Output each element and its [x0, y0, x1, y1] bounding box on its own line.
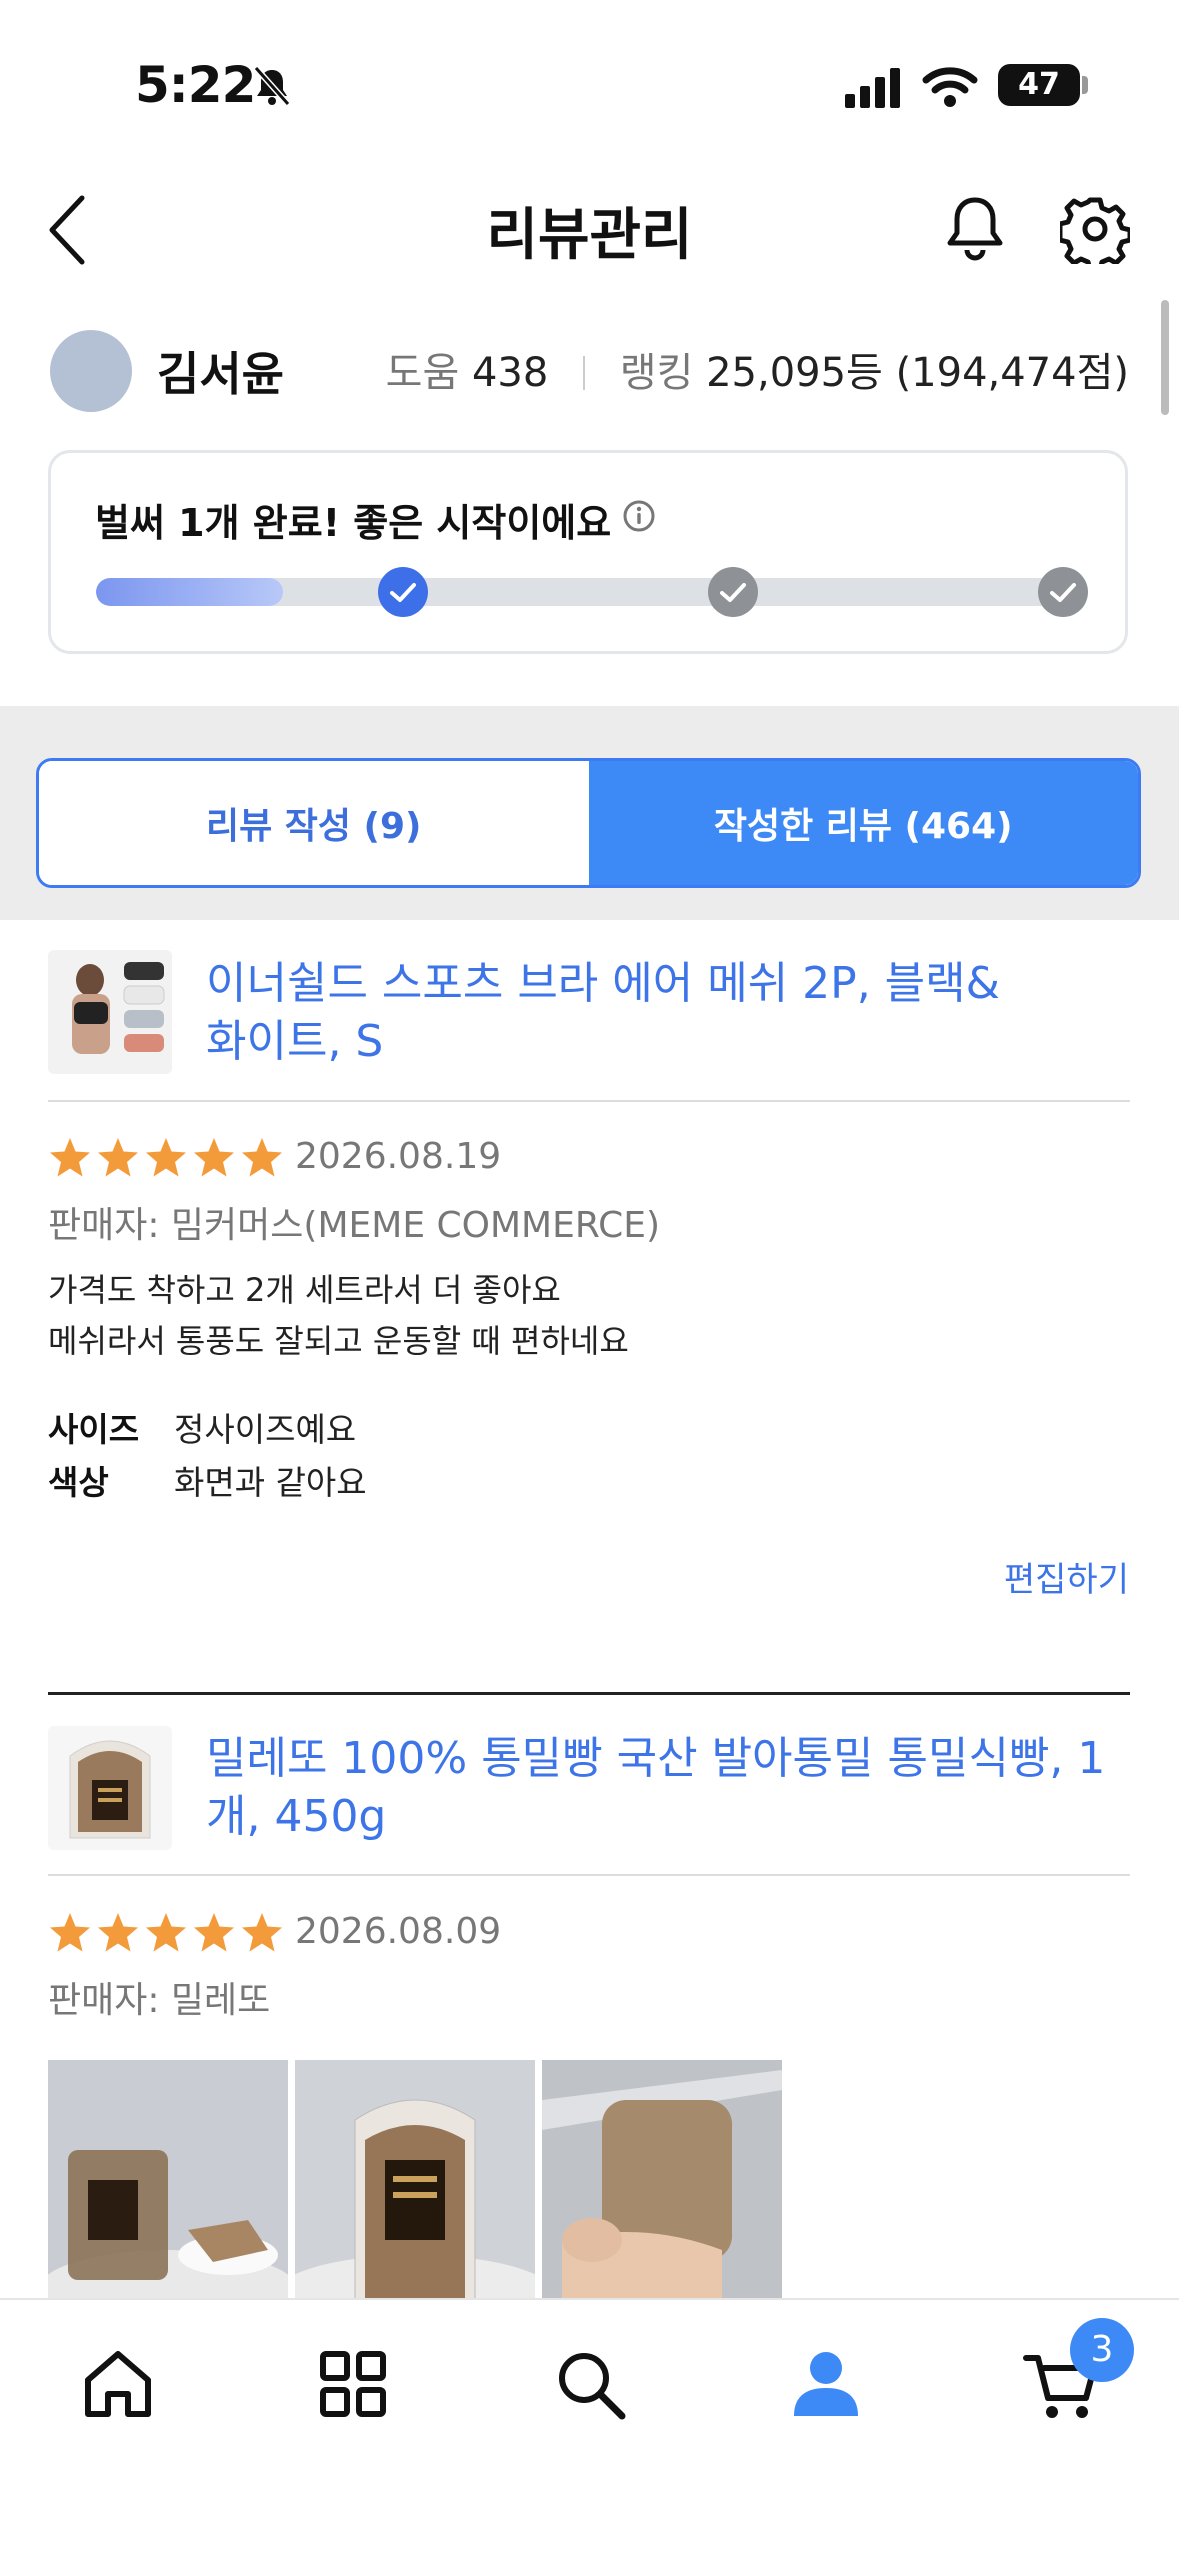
seller-name: 판매자: 밀레또	[48, 1980, 271, 2021]
scrollbar[interactable]	[1161, 300, 1169, 415]
edit-review-button[interactable]: 편집하기	[1004, 1552, 1129, 1601]
review-date: 2026.08.19	[295, 1136, 502, 1177]
attribute-label: 색상	[48, 1463, 109, 1502]
star-icon	[242, 1913, 282, 1952]
cart-badge: 3	[1070, 2318, 1134, 2382]
battery-indicator: 47	[998, 64, 1080, 106]
star-icon	[98, 1913, 138, 1952]
help-label: 도움	[385, 350, 460, 396]
progress-step-marker	[1038, 567, 1088, 617]
review-tabs: 리뷰 작성 (9) 작성한 리뷰 (464)	[36, 758, 1141, 888]
divider	[48, 1874, 1130, 1876]
info-icon[interactable]	[622, 499, 656, 533]
review-body-line: 가격도 착하고 2개 세트라서 더 좋아요	[48, 1271, 561, 1309]
checkmark-icon	[390, 583, 416, 602]
review-date: 2026.08.09	[295, 1911, 502, 1952]
attribute-value: 화면과 같아요	[174, 1463, 367, 1502]
attribute-value: 정사이즈예요	[174, 1410, 357, 1449]
profile-icon[interactable]	[786, 2344, 866, 2424]
home-icon[interactable]	[78, 2344, 158, 2424]
divider	[48, 1100, 1130, 1102]
star-icon	[194, 1913, 234, 1952]
progress-message: 벌써 1개 완료! 좋은 시작이에요	[95, 501, 612, 545]
product-thumbnail[interactable]	[48, 1726, 172, 1850]
help-value: 438	[471, 350, 549, 396]
notification-bell-icon[interactable]	[942, 194, 1008, 264]
review-photo[interactable]	[542, 2060, 782, 2300]
star-icon	[146, 1138, 186, 1177]
review-photo[interactable]	[48, 2060, 288, 2300]
product-thumbnail[interactable]	[48, 950, 172, 1074]
star-rating	[48, 1911, 284, 1955]
star-icon	[194, 1138, 234, 1177]
attribute-label: 사이즈	[48, 1410, 140, 1449]
bottom-tab-bar	[0, 2298, 1179, 2558]
star-rating	[48, 1136, 284, 1180]
star-icon	[98, 1138, 138, 1177]
star-icon	[50, 1913, 90, 1952]
review-separator	[48, 1692, 1130, 1695]
mute-bell-icon	[253, 66, 291, 106]
review-body-line: 메쉬라서 통풍도 잘되고 운동할 때 편하네요	[48, 1322, 629, 1360]
tab-write-review[interactable]: 리뷰 작성 (9)	[39, 761, 589, 885]
status-time: 5:22	[135, 56, 256, 114]
settings-gear-icon[interactable]	[1060, 194, 1130, 264]
avatar	[50, 330, 132, 412]
star-icon	[242, 1138, 282, 1177]
search-icon[interactable]	[550, 2344, 630, 2424]
cellular-signal-icon	[845, 68, 900, 108]
review-photo[interactable]	[295, 2060, 535, 2300]
progress-fill	[96, 578, 284, 606]
review-body: 가격도 착하고 2개 세트라서 더 좋아요 메쉬라서 통풍도 잘되고 운동할 때…	[48, 1265, 629, 1367]
progress-step-marker	[708, 567, 758, 617]
rank-label: 랭킹	[619, 350, 694, 396]
product-title[interactable]: 밀레또 100% 통밀빵 국산 발아통밀 통밀식빵, 1 개, 450g	[206, 1730, 1126, 1846]
progress-track	[96, 578, 1082, 606]
seller-name: 판매자: 밈커머스(MEME COMMERCE)	[48, 1205, 661, 1246]
user-name: 김서윤	[157, 347, 284, 401]
checkmark-icon	[1050, 583, 1076, 602]
product-title-line: 화이트, S	[206, 1016, 384, 1067]
progress-card	[48, 450, 1128, 654]
battery-cap	[1082, 76, 1088, 94]
star-icon	[146, 1913, 186, 1952]
category-grid-icon[interactable]	[313, 2344, 393, 2424]
progress-step-marker	[378, 567, 428, 617]
user-stats: 도움 438 랭킹 25,095등 (194,474점)	[386, 340, 1129, 398]
tab-written-reviews[interactable]: 작성한 리뷰 (464)	[588, 761, 1138, 885]
checkmark-icon	[720, 583, 746, 602]
product-title-line: 밀레또 100% 통밀빵 국산 발아통밀 통밀식빵, 1	[206, 1733, 1106, 1784]
stats-divider	[583, 356, 586, 390]
product-title-line: 개, 450g	[206, 1791, 387, 1842]
product-title[interactable]: 이너쉴드 스포츠 브라 에어 메쉬 2P, 블랙& 화이트, S	[206, 955, 1126, 1071]
wifi-icon	[922, 67, 978, 107]
star-icon	[50, 1138, 90, 1177]
rank-value: 25,095등 (194,474점)	[706, 350, 1129, 396]
product-title-line: 이너쉴드 스포츠 브라 에어 메쉬 2P, 블랙&	[206, 958, 1000, 1009]
